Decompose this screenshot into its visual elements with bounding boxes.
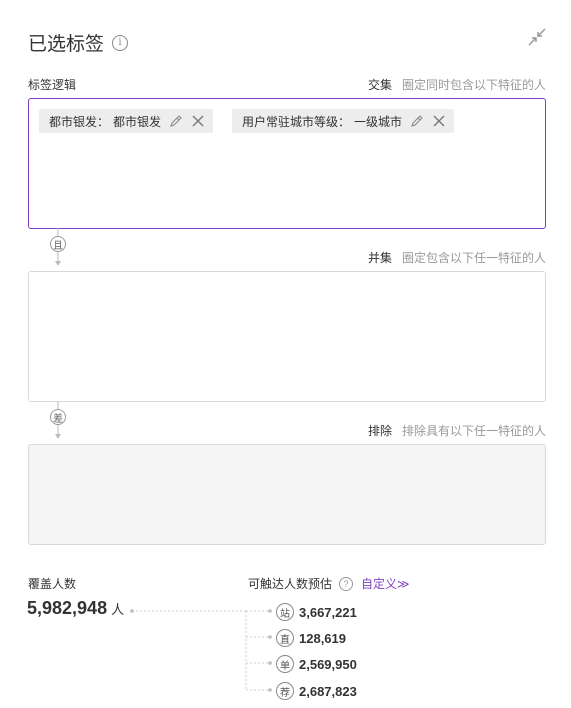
logic-name: 并集 xyxy=(367,251,392,265)
cover-value: 5,982,948 人 xyxy=(27,598,124,619)
custom-link[interactable]: 自定义≫ xyxy=(361,575,410,592)
connector-and: 且 xyxy=(50,236,66,252)
logic-desc-exclude: 排除 排除具有以下任一特征的人 xyxy=(368,422,546,439)
cover-label: 覆盖人数 xyxy=(28,577,77,591)
logic-name: 排除 xyxy=(367,424,392,438)
logic-desc-union: 并集 圈定包含以下任一特征的人 xyxy=(368,249,546,266)
cover-number: 5,982,948 xyxy=(27,598,108,618)
channel-badge: 直 xyxy=(276,629,294,647)
channel-value: 2,687,823 xyxy=(299,683,357,699)
reach-label: 可触达人数预估 ? 自定义≫ xyxy=(248,575,410,592)
reach-row-station: 站 3,667,221 xyxy=(276,603,357,621)
channel-value: 3,667,221 xyxy=(299,604,357,620)
reach-row-direct: 直 128,619 xyxy=(276,629,346,647)
logic-hint: 排除具有以下任一特征的人 xyxy=(401,424,546,438)
union-box[interactable] xyxy=(28,271,546,402)
cover-unit: 人 xyxy=(111,602,125,617)
reach-row-single: 单 2,569,950 xyxy=(276,655,357,673)
exclude-box[interactable] xyxy=(28,444,546,545)
reach-row-recommend: 荐 2,687,823 xyxy=(276,682,357,700)
reach-label-text: 可触达人数预估 xyxy=(248,577,333,591)
logic-hint: 圈定包含以下任一特征的人 xyxy=(401,251,546,265)
connector-diff: 差 xyxy=(50,409,66,425)
channel-badge: 荐 xyxy=(276,682,294,700)
connector-badge: 差 xyxy=(50,409,66,425)
channel-value: 2,569,950 xyxy=(299,656,357,672)
channel-badge: 单 xyxy=(276,655,294,673)
help-icon[interactable]: ? xyxy=(339,576,354,591)
connector-badge: 且 xyxy=(50,236,66,252)
channel-value: 128,619 xyxy=(299,630,346,646)
channel-badge: 站 xyxy=(276,603,294,621)
